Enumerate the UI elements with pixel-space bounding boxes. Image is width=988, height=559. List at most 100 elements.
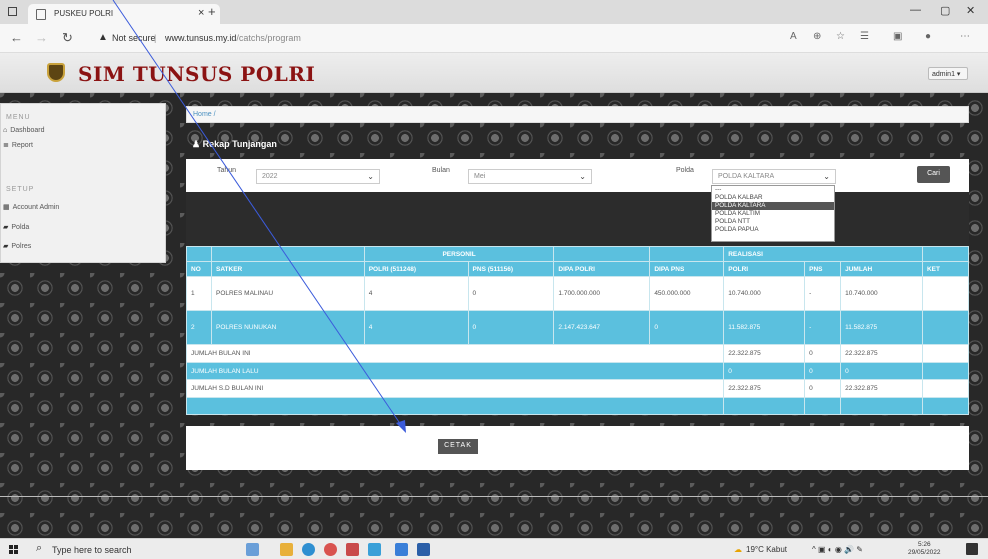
url-separator: | [154, 33, 157, 43]
bulan-select[interactable]: Mei ⌄ [468, 169, 592, 184]
breadcrumb[interactable]: Home / [186, 106, 969, 123]
tab-close-icon[interactable]: × [198, 7, 204, 19]
setup-heading: SETUP [6, 186, 35, 193]
polda-option[interactable]: POLDA KALBAR [712, 194, 834, 202]
summary-jumlah: 22.322.875 [840, 379, 923, 398]
zoom-icon[interactable]: ⊕ [813, 31, 821, 42]
new-tab-button[interactable]: + [208, 4, 216, 19]
sidebar-item-dashboard[interactable]: ⌂ Dashboard [3, 127, 44, 134]
summary-polri: 22.322.875 [723, 379, 806, 398]
empty-cell [185, 397, 725, 415]
favorite-icon[interactable]: ☆ [836, 31, 845, 42]
polda-option-selected[interactable]: POLDA KALTARA [712, 202, 834, 210]
sidebar-item-account-admin[interactable]: ▦ Account Admin [3, 203, 59, 211]
polda-option[interactable]: --- [712, 186, 834, 194]
table-header [649, 246, 725, 262]
table-header [186, 246, 212, 262]
site-title: SIM TUNSUS POLRI [78, 62, 316, 86]
weather-app-icon[interactable] [246, 543, 259, 556]
col-dipa-polri: DIPA POLRI [553, 261, 651, 277]
tab-title: PUSKEU POLRI [54, 9, 114, 18]
print-area: CETAK [186, 426, 969, 470]
summary-ket [921, 344, 970, 363]
forward-icon[interactable]: → [35, 30, 48, 45]
back-icon[interactable]: ← [10, 30, 23, 45]
word-icon[interactable] [417, 543, 430, 556]
refresh-icon[interactable]: ↻ [62, 30, 73, 46]
close-window-button[interactable]: ✕ [966, 4, 975, 17]
cell-real-pns: - [804, 310, 842, 345]
sidebar-item-label: Report [11, 142, 33, 149]
tahun-select[interactable]: 2022 ⌄ [256, 169, 380, 184]
sidebar-item-polda[interactable]: ▰ Polda [3, 223, 29, 231]
url-field[interactable]: www.tunsus.my.id/catchs/program [165, 33, 301, 43]
chevron-down-icon: ⌄ [823, 172, 830, 181]
settings-app-icon[interactable] [395, 543, 408, 556]
polda-select[interactable]: POLDA KALTARA ⌄ [712, 169, 836, 184]
tray-icons[interactable]: ^ ▣ ◐ ◉ 🔊 ✎ [812, 545, 863, 554]
file-explorer-icon[interactable] [280, 543, 293, 556]
profile-icon[interactable]: ● [925, 31, 931, 42]
cell-satker: POLRES MALINAU [210, 276, 365, 311]
favorites-list-icon[interactable]: ☰ [860, 31, 869, 42]
polda-option[interactable]: POLDA PAPUA [712, 226, 834, 234]
sidebar-item-polres[interactable]: ▰ Polres [3, 242, 31, 250]
clock[interactable]: 5:26 29/05/2022 [908, 541, 941, 557]
pdf-app-icon[interactable] [346, 543, 359, 556]
cell-no: 2 [186, 310, 212, 345]
search-icon[interactable]: ⌕ [36, 542, 42, 555]
more-icon[interactable]: ⋯ [960, 31, 970, 42]
cell-satker: POLRES NUNUKAN [210, 310, 365, 345]
cell-real-polri: 10.740.000 [723, 276, 806, 311]
cell-polri: 4 [363, 310, 469, 345]
filter-panel: Tahun 2022 ⌄ Bulan Mei ⌄ Polda POLDA KALTA… [186, 159, 969, 192]
taskbar-search-input[interactable]: Type here to search [52, 545, 132, 555]
site-header: SIM TUNSUS POLRI admin1 ▾ [0, 53, 988, 93]
sidebar-item-label: Account Admin [12, 204, 60, 211]
summary-pns: 0 [804, 344, 842, 363]
browser-tab[interactable]: PUSKEU POLRI × [28, 4, 220, 24]
cell-pns: 0 [467, 310, 555, 345]
minimize-button[interactable]: — [910, 4, 921, 16]
chrome-icon[interactable] [324, 543, 337, 556]
summary-row: JUMLAH S.D BULAN INI 22.322.875 0 22.322… [185, 379, 970, 398]
sidebar-item-report[interactable]: ≣ Report [3, 141, 33, 149]
section-title: ♟ Rekap Tunjangan [192, 139, 277, 150]
edge-icon[interactable] [302, 543, 315, 556]
maximize-button[interactable]: ▢ [940, 4, 950, 17]
tab-actions-icon[interactable] [8, 7, 17, 16]
sidebar-item-label: Dashboard [10, 127, 45, 134]
summary-jumlah: 22.322.875 [840, 344, 923, 363]
cell-jumlah: 10.740.000 [840, 276, 923, 311]
store-icon[interactable] [368, 543, 381, 556]
home-icon: ⌂ [3, 127, 8, 134]
weather-text[interactable]: 19°C Kabut [746, 545, 787, 554]
search-button[interactable]: Cari [917, 166, 950, 183]
chevron-down-icon: ⌄ [367, 172, 374, 181]
table-header [921, 246, 970, 262]
url-path: /catchs/program [236, 33, 301, 43]
polri-logo-icon [47, 63, 65, 82]
read-aloud-icon[interactable]: A [790, 31, 797, 42]
empty-cell [840, 397, 923, 415]
section-title-text: Rekap Tunjangan [202, 139, 277, 149]
clock-time: 5:26 [917, 541, 931, 548]
bulan-select-value: Mei [474, 173, 486, 180]
warning-icon[interactable]: ▲ [98, 32, 108, 43]
col-pns: PNS (511156) [467, 261, 555, 277]
windows-start-icon[interactable] [9, 545, 18, 554]
user-icon: ♟ [192, 139, 203, 149]
polda-option[interactable]: POLDA NTT [712, 218, 834, 226]
polda-option[interactable]: POLDA KALTIM [712, 210, 834, 218]
notification-icon[interactable] [966, 543, 978, 555]
collections-icon[interactable]: ▣ [893, 31, 902, 42]
admin-menu-button[interactable]: admin1 ▾ [928, 67, 968, 80]
rekap-table: PERSONIL REALISASI NO SATKER POLRI (5112… [185, 246, 970, 415]
col-real-pns: PNS [804, 261, 842, 277]
cell-jumlah: 11.582.875 [840, 310, 923, 345]
cell-ket [921, 276, 970, 311]
summary-label: JUMLAH BULAN INI [185, 344, 725, 363]
print-button[interactable]: CETAK [438, 439, 478, 454]
flag-icon: ▰ [3, 243, 9, 250]
not-secure-label[interactable]: Not secure [112, 33, 156, 43]
